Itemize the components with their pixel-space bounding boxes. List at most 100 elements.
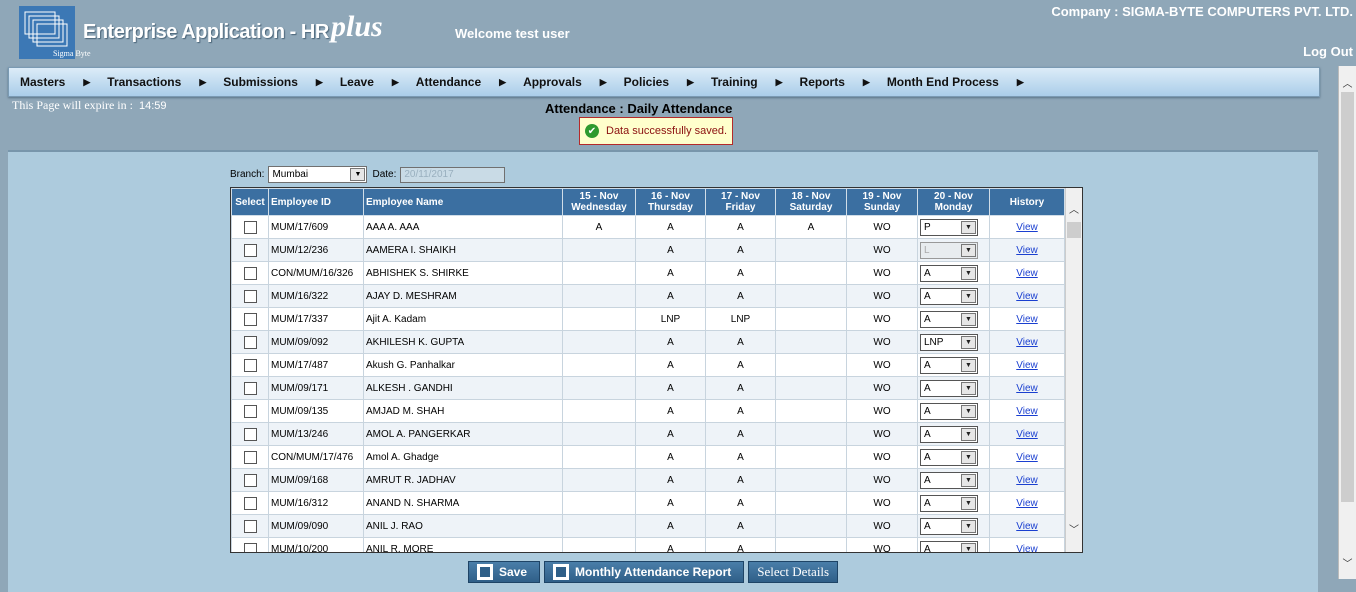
select-cell	[231, 399, 269, 423]
day-2-cell: A	[635, 284, 706, 308]
menu-item-leave[interactable]: Leave ▶	[340, 75, 399, 89]
menu-item-label: Approvals	[523, 75, 582, 89]
menu-item-masters[interactable]: Masters ▶	[20, 75, 90, 89]
attendance-status-value: A	[924, 543, 931, 553]
day-2-cell: A	[635, 330, 706, 354]
scroll-down-icon[interactable]: ﹀	[1066, 520, 1082, 536]
view-history-link[interactable]: View	[1016, 291, 1038, 302]
view-history-link[interactable]: View	[1016, 245, 1038, 256]
attendance-status-select[interactable]: A ▼	[920, 517, 978, 535]
attendance-status-select[interactable]: A ▼	[920, 356, 978, 374]
attendance-status-select[interactable]: A ▼	[920, 471, 978, 489]
attendance-status-select[interactable]: A ▼	[920, 494, 978, 512]
day-1-cell	[562, 261, 636, 285]
scroll-thumb[interactable]	[1341, 92, 1354, 502]
select-cell	[231, 422, 269, 446]
menu-item-policies[interactable]: Policies ▶	[624, 75, 694, 89]
view-history-link[interactable]: View	[1016, 314, 1038, 325]
view-history-link[interactable]: View	[1016, 406, 1038, 417]
monthly-attendance-report-button[interactable]: Monthly Attendance Report	[544, 561, 745, 583]
attendance-status-select[interactable]: P ▼	[920, 218, 978, 236]
row-checkbox[interactable]	[243, 496, 257, 510]
attendance-status-select[interactable]: A ▼	[920, 448, 978, 466]
employee-id-cell: MUM/09/092	[268, 330, 364, 354]
chevron-down-icon: ▼	[961, 473, 976, 487]
row-checkbox[interactable]	[243, 335, 257, 349]
chevron-down-icon: ▼	[961, 450, 976, 464]
row-checkbox[interactable]	[243, 289, 257, 303]
history-cell: View	[989, 376, 1065, 400]
main-menu-bar: Masters ▶ Transactions ▶ Submissions ▶ Leave ▶ A…	[8, 67, 1320, 97]
row-checkbox[interactable]	[243, 542, 257, 552]
view-history-link[interactable]: View	[1016, 337, 1038, 348]
row-checkbox[interactable]	[243, 450, 257, 464]
save-button[interactable]: Save	[468, 561, 541, 583]
attendance-status-select[interactable]: A ▼	[920, 425, 978, 443]
employee-id-cell: MUM/16/312	[268, 491, 364, 515]
attendance-status-select[interactable]: A ▼	[920, 310, 978, 328]
scroll-thumb[interactable]	[1067, 222, 1081, 238]
row-checkbox[interactable]	[243, 427, 257, 441]
select-details-button[interactable]: Select Details	[748, 561, 839, 583]
view-history-link[interactable]: View	[1016, 521, 1038, 532]
date-field[interactable]: 20/11/2017	[400, 166, 506, 183]
table-row: MUM/16/312 ANAND N. SHARMA A A WO A ▼ View	[231, 491, 1065, 515]
view-history-link[interactable]: View	[1016, 268, 1038, 279]
menu-item-label: Transactions	[107, 75, 182, 89]
branch-select[interactable]: Mumbai ▼	[268, 166, 368, 183]
attendance-status-value: A	[924, 497, 931, 509]
submenu-arrow-icon: ▶	[1016, 76, 1024, 87]
col-day-1-weekday: Wednesday	[571, 202, 627, 213]
menu-item-training[interactable]: Training ▶	[711, 75, 783, 89]
day-3-cell: A	[705, 491, 776, 515]
day-5-cell: WO	[846, 468, 918, 492]
view-history-link[interactable]: View	[1016, 429, 1038, 440]
menu-item-attendance[interactable]: Attendance ▶	[416, 75, 506, 89]
select-cell	[231, 261, 269, 285]
view-history-link[interactable]: View	[1016, 475, 1038, 486]
attendance-status-select[interactable]: A ▼	[920, 540, 978, 553]
page-scrollbar[interactable]: ︿ ﹀	[1338, 66, 1356, 579]
attendance-status-select[interactable]: A ▼	[920, 264, 978, 282]
attendance-status-select[interactable]: A ▼	[920, 379, 978, 397]
row-checkbox[interactable]	[243, 358, 257, 372]
view-history-link[interactable]: View	[1016, 222, 1038, 233]
menu-item-transactions[interactable]: Transactions ▶	[107, 75, 206, 89]
day-4-cell	[775, 307, 847, 331]
row-checkbox[interactable]	[243, 473, 257, 487]
grid-scrollbar[interactable]: ︿ ﹀	[1065, 188, 1082, 552]
menu-item-month-end-process[interactable]: Month End Process ▶	[887, 75, 1024, 89]
view-history-link[interactable]: View	[1016, 360, 1038, 371]
row-checkbox[interactable]	[243, 266, 257, 280]
select-details-label: Select Details	[757, 564, 830, 579]
scroll-up-icon[interactable]: ︿	[1339, 74, 1356, 91]
scroll-up-icon[interactable]: ︿	[1066, 200, 1082, 216]
row-checkbox[interactable]	[243, 220, 257, 234]
report-icon	[553, 564, 570, 580]
attendance-status-select[interactable]: A ▼	[920, 402, 978, 420]
menu-item-reports[interactable]: Reports ▶	[800, 75, 870, 89]
day-4-cell	[775, 353, 847, 377]
row-checkbox[interactable]	[243, 381, 257, 395]
menu-item-approvals[interactable]: Approvals ▶	[523, 75, 607, 89]
row-checkbox[interactable]	[243, 312, 257, 326]
menu-item-submissions[interactable]: Submissions ▶	[223, 75, 323, 89]
day-1-cell	[562, 399, 636, 423]
attendance-status-select[interactable]: A ▼	[920, 287, 978, 305]
day-5-cell: WO	[846, 537, 918, 552]
day-5-cell: WO	[846, 261, 918, 285]
view-history-link[interactable]: View	[1016, 452, 1038, 463]
view-history-link[interactable]: View	[1016, 498, 1038, 509]
day-4-cell	[775, 537, 847, 552]
view-history-link[interactable]: View	[1016, 383, 1038, 394]
logout-link[interactable]: Log Out	[1303, 44, 1353, 59]
table-row: MUM/17/337 Ajit A. Kadam LNP LNP WO A ▼ View	[231, 307, 1065, 331]
attendance-status-select[interactable]: LNP ▼	[920, 333, 978, 351]
scroll-down-icon[interactable]: ﹀	[1339, 554, 1356, 571]
day-2-cell: A	[635, 376, 706, 400]
date-label: Date:	[372, 169, 397, 180]
row-checkbox[interactable]	[243, 404, 257, 418]
view-history-link[interactable]: View	[1016, 544, 1038, 553]
row-checkbox[interactable]	[243, 243, 257, 257]
row-checkbox[interactable]	[243, 519, 257, 533]
